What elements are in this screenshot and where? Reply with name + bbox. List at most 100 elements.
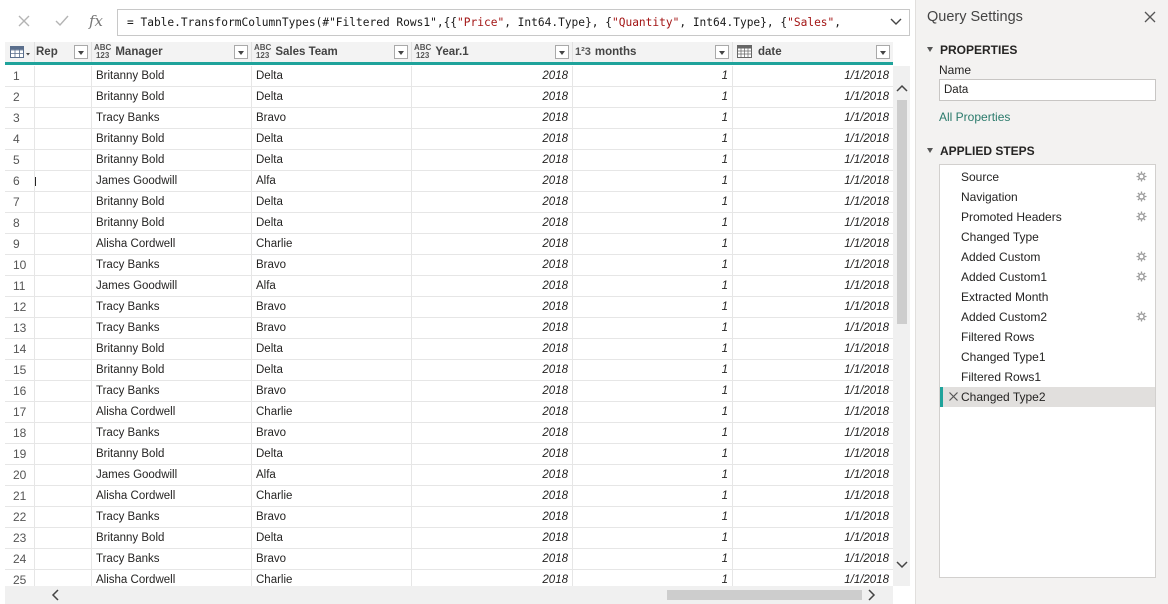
cell-year[interactable]: 2018 xyxy=(412,129,573,150)
cell-months[interactable]: 1 xyxy=(573,129,733,150)
cell-date[interactable]: 1/1/2018 xyxy=(733,360,893,381)
scroll-right-icon[interactable] xyxy=(864,588,878,602)
cell-date[interactable]: 1/1/2018 xyxy=(733,318,893,339)
cell-manager[interactable]: Britanny Bold xyxy=(92,150,252,171)
table-row[interactable]: 9 Alisha Cordwell Charlie 2018 1 1/1/2018 xyxy=(5,234,893,255)
cell-manager[interactable]: Britanny Bold xyxy=(92,213,252,234)
row-number[interactable]: 18 xyxy=(5,423,35,444)
cell-year[interactable]: 2018 xyxy=(412,150,573,171)
row-number[interactable]: 4 xyxy=(5,129,35,150)
cell-rep[interactable] xyxy=(35,192,92,213)
table-row[interactable]: 7 Britanny Bold Delta 2018 1 1/1/2018 xyxy=(5,192,893,213)
cell-sales-team[interactable]: Bravo xyxy=(252,423,412,444)
table-row[interactable]: 14 Britanny Bold Delta 2018 1 1/1/2018 xyxy=(5,339,893,360)
cell-manager[interactable]: Britanny Bold xyxy=(92,360,252,381)
table-row[interactable]: 22 Tracy Banks Bravo 2018 1 1/1/2018 xyxy=(5,507,893,528)
cell-months[interactable]: 1 xyxy=(573,297,733,318)
cell-year[interactable]: 2018 xyxy=(412,234,573,255)
cell-rep[interactable] xyxy=(35,129,92,150)
cell-rep[interactable] xyxy=(35,528,92,549)
expand-formula-chevron-icon[interactable] xyxy=(889,15,903,29)
row-number[interactable]: 16 xyxy=(5,381,35,402)
cell-date[interactable]: 1/1/2018 xyxy=(733,213,893,234)
gear-icon[interactable] xyxy=(1136,171,1147,182)
cell-rep[interactable] xyxy=(35,276,92,297)
cell-sales-team[interactable]: Alfa xyxy=(252,276,412,297)
vertical-scroll-thumb[interactable] xyxy=(897,100,907,324)
applied-step[interactable]: Filtered Rows1 xyxy=(940,367,1155,387)
cell-sales-team[interactable]: Delta xyxy=(252,213,412,234)
cell-sales-team[interactable]: Delta xyxy=(252,360,412,381)
cell-manager[interactable]: Britanny Bold xyxy=(92,192,252,213)
cell-date[interactable]: 1/1/2018 xyxy=(733,444,893,465)
cell-rep[interactable] xyxy=(35,360,92,381)
horizontal-scroll-thumb[interactable] xyxy=(667,590,862,600)
table-menu-icon[interactable] xyxy=(5,42,35,62)
cell-sales-team[interactable]: Delta xyxy=(252,444,412,465)
cell-rep[interactable] xyxy=(35,423,92,444)
table-row[interactable]: 21 Alisha Cordwell Charlie 2018 1 1/1/2018 xyxy=(5,486,893,507)
cell-sales-team[interactable]: Charlie xyxy=(252,402,412,423)
filter-dropdown-icon[interactable] xyxy=(715,45,729,59)
cell-date[interactable]: 1/1/2018 xyxy=(733,465,893,486)
cell-year[interactable]: 2018 xyxy=(412,507,573,528)
row-number[interactable]: 11 xyxy=(5,276,35,297)
cell-year[interactable]: 2018 xyxy=(412,276,573,297)
cell-rep[interactable] xyxy=(35,507,92,528)
cell-date[interactable]: 1/1/2018 xyxy=(733,276,893,297)
cell-date[interactable]: 1/1/2018 xyxy=(733,108,893,129)
type-any-icon[interactable]: ABC 123 xyxy=(94,44,111,60)
row-number[interactable]: 7 xyxy=(5,192,35,213)
cell-manager[interactable]: Tracy Banks xyxy=(92,255,252,276)
cell-date[interactable]: 1/1/2018 xyxy=(733,150,893,171)
cell-year[interactable]: 2018 xyxy=(412,66,573,87)
table-row[interactable]: 6 James Goodwill Alfa 2018 1 1/1/2018 xyxy=(5,171,893,192)
table-row[interactable]: 19 Britanny Bold Delta 2018 1 1/1/2018 xyxy=(5,444,893,465)
table-row[interactable]: 15 Britanny Bold Delta 2018 1 1/1/2018 xyxy=(5,360,893,381)
cell-year[interactable]: 2018 xyxy=(412,528,573,549)
cell-months[interactable]: 1 xyxy=(573,465,733,486)
cell-manager[interactable]: Tracy Banks xyxy=(92,297,252,318)
cell-year[interactable]: 2018 xyxy=(412,465,573,486)
cell-year[interactable]: 2018 xyxy=(412,255,573,276)
cell-date[interactable]: 1/1/2018 xyxy=(733,381,893,402)
cell-manager[interactable]: Britanny Bold xyxy=(92,339,252,360)
cell-manager[interactable]: Alisha Cordwell xyxy=(92,486,252,507)
cell-date[interactable]: 1/1/2018 xyxy=(733,297,893,318)
horizontal-scrollbar[interactable] xyxy=(5,586,893,604)
applied-step[interactable]: Added Custom1 xyxy=(940,267,1155,287)
type-any-icon[interactable]: ABC 123 xyxy=(414,44,431,60)
row-number[interactable]: 17 xyxy=(5,402,35,423)
cell-year[interactable]: 2018 xyxy=(412,402,573,423)
table-row[interactable]: 5 Britanny Bold Delta 2018 1 1/1/2018 xyxy=(5,150,893,171)
cell-year[interactable]: 2018 xyxy=(412,339,573,360)
cell-year[interactable]: 2018 xyxy=(412,87,573,108)
cell-rep[interactable] xyxy=(35,255,92,276)
row-number[interactable]: 20 xyxy=(5,465,35,486)
applied-step[interactable]: Changed Type xyxy=(940,227,1155,247)
gear-icon[interactable] xyxy=(1136,271,1147,282)
scroll-up-icon[interactable] xyxy=(895,82,909,96)
cell-sales-team[interactable]: Charlie xyxy=(252,486,412,507)
column-header-date[interactable]: date xyxy=(733,42,893,62)
applied-step[interactable]: Source xyxy=(940,167,1155,187)
gear-icon[interactable] xyxy=(1136,211,1147,222)
type-whole-number-icon[interactable]: 1²3 xyxy=(575,47,591,58)
properties-section-header[interactable]: PROPERTIES xyxy=(927,43,1017,57)
table-row[interactable]: 24 Tracy Banks Bravo 2018 1 1/1/2018 xyxy=(5,549,893,570)
table-row[interactable]: 8 Britanny Bold Delta 2018 1 1/1/2018 xyxy=(5,213,893,234)
cell-date[interactable]: 1/1/2018 xyxy=(733,507,893,528)
cell-year[interactable]: 2018 xyxy=(412,381,573,402)
column-header-year[interactable]: ABC 123 Year.1 xyxy=(412,42,573,62)
row-number[interactable]: 10 xyxy=(5,255,35,276)
collapse-triangle-icon[interactable] xyxy=(927,47,933,52)
cell-sales-team[interactable]: Bravo xyxy=(252,108,412,129)
gear-icon[interactable] xyxy=(1136,311,1147,322)
row-number[interactable]: 5 xyxy=(5,150,35,171)
cell-rep[interactable] xyxy=(35,339,92,360)
column-header-sales-team[interactable]: ABC 123 Sales Team xyxy=(252,42,412,62)
cell-rep[interactable] xyxy=(35,66,92,87)
cell-rep[interactable] xyxy=(35,234,92,255)
cell-sales-team[interactable]: Bravo xyxy=(252,549,412,570)
cell-date[interactable]: 1/1/2018 xyxy=(733,129,893,150)
